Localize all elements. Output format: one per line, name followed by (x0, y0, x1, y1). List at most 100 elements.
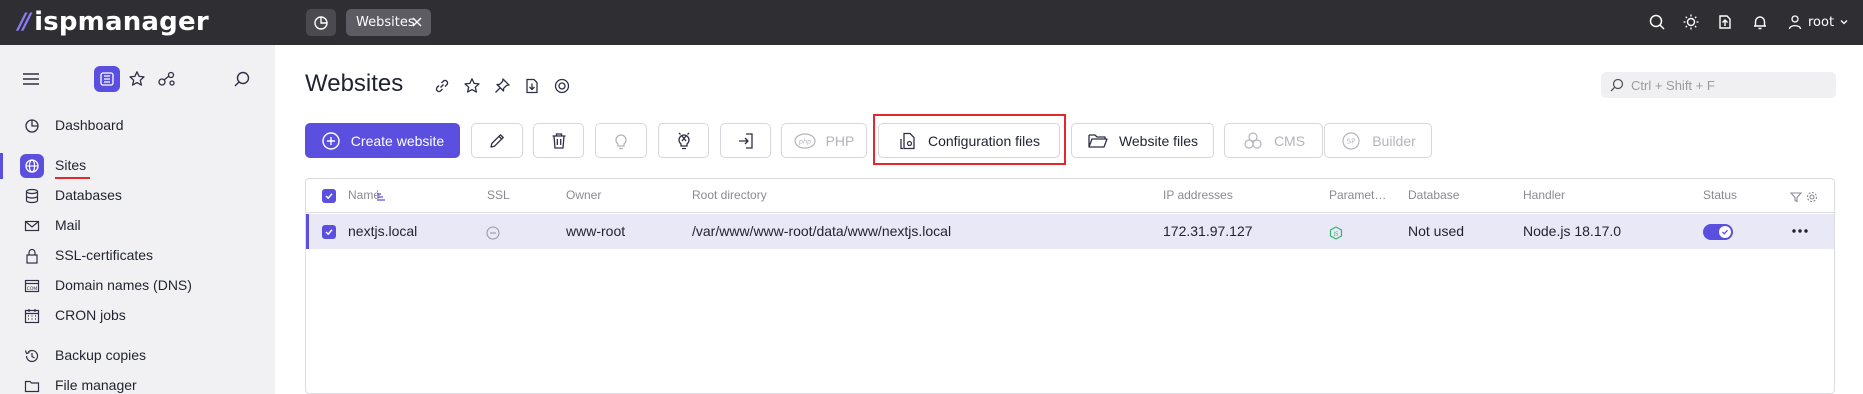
search-icon (1609, 77, 1625, 97)
theme-toggle-button[interactable] (1679, 10, 1703, 34)
login-as-button[interactable] (720, 123, 771, 158)
plus-circle-icon (321, 131, 341, 151)
column-header-status[interactable]: Status (1703, 188, 1737, 202)
link-icon[interactable] (432, 76, 452, 96)
table-row[interactable]: nextjs.local www-root /var/www/www-root/… (306, 214, 1834, 249)
search-box (1601, 72, 1836, 98)
sidebar-item-file-manager[interactable]: File manager (0, 371, 275, 394)
column-header-handler[interactable]: Handler (1523, 188, 1565, 202)
check-icon (1722, 229, 1728, 235)
builder-button[interactable]: SP Builder (1324, 123, 1432, 158)
sidebar-item-dashboard[interactable]: Dashboard (0, 111, 275, 139)
lightbulb-off-icon (674, 131, 694, 151)
dashboard-tab-button[interactable] (306, 9, 336, 36)
edit-button[interactable] (471, 123, 523, 158)
column-header-database[interactable]: Database (1408, 188, 1459, 202)
svg-text:JS: JS (1333, 232, 1339, 238)
create-website-label: Create website (350, 132, 445, 149)
highlight-box (873, 114, 1066, 165)
sort-icon[interactable] (375, 188, 387, 207)
sidebar-item-databases[interactable]: Databases (0, 181, 275, 209)
pie-chart-icon (314, 15, 328, 30)
logo-mark-icon: // (18, 9, 31, 35)
page-title: Websites (305, 70, 404, 97)
cell-handler: Node.js 18.17.0 (1523, 223, 1622, 239)
php-label: PHP (825, 132, 855, 149)
column-header-ip-addresses[interactable]: IP addresses (1163, 188, 1233, 202)
svg-text:php: php (797, 137, 810, 145)
column-header-parameters[interactable]: Paramet… (1329, 188, 1386, 202)
globe-icon (20, 154, 44, 178)
sidebar-item-label: Databases (55, 187, 122, 203)
sidebar-toolbar (0, 65, 275, 95)
sidebar-item-backup-copies[interactable]: Backup copies (0, 341, 275, 369)
close-tab-icon[interactable] (410, 13, 424, 35)
pin-icon[interactable] (492, 76, 512, 96)
dns-icon: COM (23, 277, 41, 295)
title-actions (432, 76, 572, 96)
user-icon (1788, 15, 1802, 30)
sidebar-item-label: Domain names (DNS) (55, 277, 192, 293)
sidebar-item-sites[interactable]: Sites (0, 151, 275, 179)
search-icon (1649, 14, 1665, 30)
status-toggle[interactable] (1703, 224, 1733, 240)
search-input[interactable] (1631, 75, 1826, 95)
cell-name[interactable]: nextjs.local (348, 223, 417, 239)
sidebar-search-icon[interactable] (233, 70, 251, 92)
sidebar-item-mail[interactable]: Mail (0, 211, 275, 239)
cms-button[interactable]: CMS (1224, 123, 1323, 158)
sign-in-icon (736, 131, 756, 151)
disable-button[interactable] (658, 123, 709, 158)
enable-button[interactable] (595, 123, 647, 158)
cms-icon (1242, 131, 1264, 151)
user-menu[interactable]: root (1787, 11, 1849, 33)
row-selected-indicator (306, 214, 309, 249)
cell-owner: www-root (566, 223, 626, 239)
mail-icon (23, 217, 41, 235)
upload-button[interactable] (1713, 10, 1737, 34)
select-all-checkbox[interactable] (322, 189, 336, 203)
php-button[interactable]: php PHP (781, 123, 867, 158)
column-header-ssl[interactable]: SSL (487, 188, 510, 202)
ssl-none-icon (486, 225, 500, 244)
row-checkbox[interactable] (322, 225, 336, 239)
active-underline (55, 177, 90, 179)
upload-icon (1719, 15, 1731, 29)
download-doc-icon[interactable] (522, 76, 542, 96)
column-header-owner[interactable]: Owner (566, 188, 601, 202)
sidebar-item-label: CRON jobs (55, 307, 126, 323)
notifications-button[interactable] (1748, 10, 1772, 34)
sidebar-item-label: Sites (55, 157, 87, 173)
cms-label: CMS (1273, 132, 1306, 149)
sidebar-item-label: Dashboard (55, 117, 124, 133)
check-icon (325, 193, 333, 200)
column-header-root-directory[interactable]: Root directory (692, 188, 767, 202)
website-files-button[interactable]: Website files (1071, 123, 1214, 158)
create-website-button[interactable]: Create website (305, 123, 460, 158)
cell-root-directory: /var/www/www-root/data/www/nextjs.local (692, 223, 952, 239)
websites-table: Name SSL Owner Root directory IP address… (305, 178, 1835, 394)
delete-button[interactable] (533, 123, 584, 158)
favorite-star-icon[interactable] (462, 76, 482, 96)
logo[interactable]: // ispmanager (18, 7, 209, 37)
sidebar-item-dns[interactable]: COM Domain names (DNS) (0, 271, 275, 299)
global-search-button[interactable] (1645, 10, 1669, 34)
svg-text:SP: SP (1347, 137, 1356, 145)
row-more-actions-icon[interactable] (1791, 223, 1809, 243)
sidebar-item-label: File manager (55, 377, 137, 393)
favorites-star-icon[interactable] (128, 70, 146, 92)
folder-icon (23, 377, 41, 394)
tab-websites[interactable]: Websites (346, 9, 431, 36)
dashboard-icon (23, 117, 41, 135)
lock-icon (23, 247, 41, 265)
sidebar-item-ssl-certificates[interactable]: SSL-certificates (0, 241, 275, 269)
sidebar-item-cron-jobs[interactable]: CRON jobs (0, 301, 275, 329)
integrations-icon[interactable] (157, 70, 177, 92)
menu-toggle-icon[interactable] (22, 71, 40, 91)
backup-icon (23, 347, 41, 365)
help-lifebuoy-icon[interactable] (552, 76, 572, 96)
check-icon (325, 229, 333, 236)
column-settings-gear-icon[interactable] (1806, 188, 1818, 207)
filter-icon[interactable] (1789, 188, 1803, 207)
list-view-icon[interactable] (94, 66, 120, 92)
